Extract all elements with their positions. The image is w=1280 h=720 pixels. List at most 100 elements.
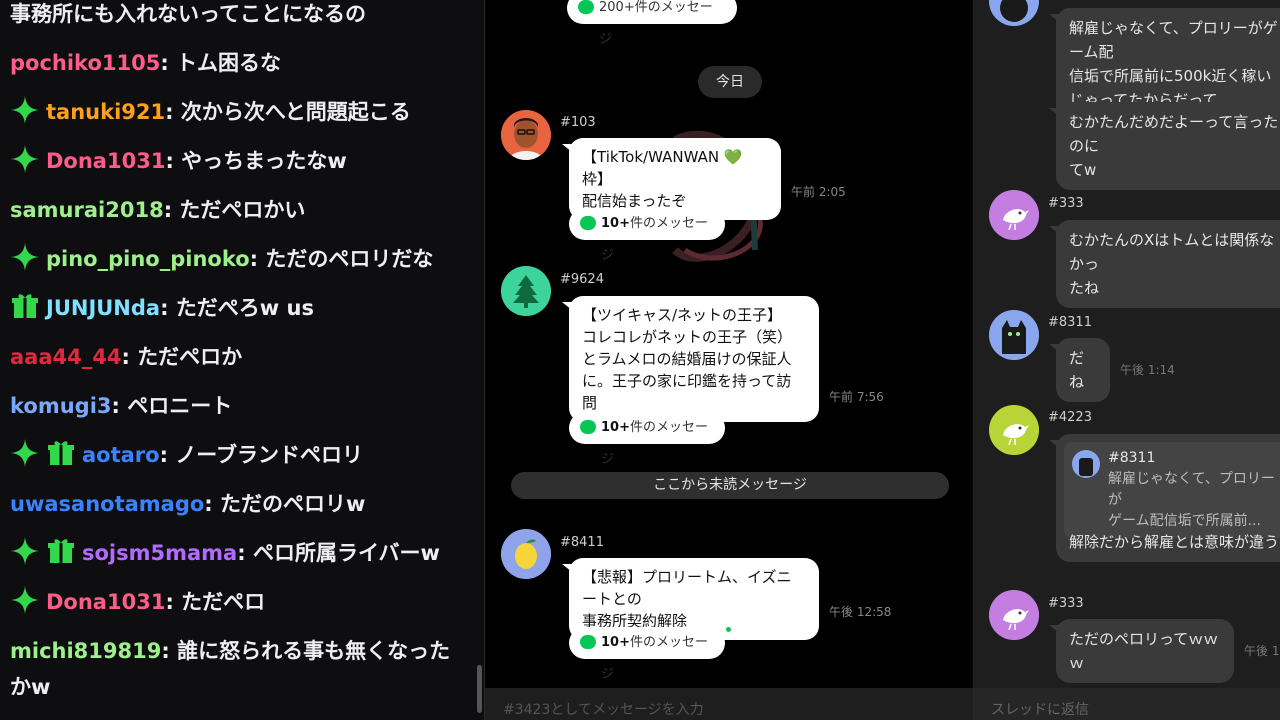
chat-message: Dona1031: ただペロ bbox=[10, 584, 464, 620]
bird-icon bbox=[989, 190, 1039, 240]
chat-text: ただペロ bbox=[181, 590, 266, 614]
chat-message: sojsm5mama: ペロ所属ライバーw bbox=[10, 535, 464, 571]
message-line: 【TikTok/WANWAN 💚 枠】 bbox=[582, 148, 743, 188]
sparkle-badge-icon bbox=[10, 585, 40, 615]
thread-message-bubble[interactable]: だね bbox=[1049, 338, 1110, 402]
message-input[interactable]: #3423としてメッセージを入力 bbox=[485, 688, 973, 720]
chat-text: ただぺろw us bbox=[175, 296, 314, 320]
quoted-message[interactable]: #8311 解雇じゃなくて、プロリーが ゲーム配信垢で所属前... bbox=[1064, 442, 1280, 538]
message-line: 【ツイキャス/ネットの王子】 bbox=[582, 306, 783, 324]
chat-separator: : bbox=[161, 639, 178, 663]
chat-username[interactable]: michi819819 bbox=[10, 639, 161, 663]
avatar[interactable] bbox=[989, 0, 1039, 26]
avatar[interactable] bbox=[501, 529, 551, 579]
avatar[interactable] bbox=[989, 190, 1039, 240]
message-line: むかたんのXはトムとは関係なかっ bbox=[1069, 231, 1275, 273]
chat-username[interactable]: aotaro bbox=[82, 443, 160, 467]
chat-separator: : bbox=[165, 100, 181, 124]
chat-username[interactable]: tanuki921 bbox=[46, 100, 165, 124]
chat-username[interactable]: pino_pino_pinoko bbox=[46, 247, 250, 271]
chat-text: ペロニート bbox=[127, 394, 233, 418]
cat-icon bbox=[989, 310, 1039, 360]
chat-username[interactable]: pochiko1105 bbox=[10, 51, 160, 75]
replies-pill-label: 200+件のメッセージ bbox=[599, 0, 713, 47]
chat-message: 事務所にも入れないってことになるの bbox=[10, 0, 464, 32]
message-line: に。王子の家に印鑑を持って訪問 bbox=[582, 372, 792, 412]
chat-message: Dona1031: やっちまったなw bbox=[10, 143, 464, 179]
chat-scrollbar[interactable] bbox=[477, 665, 482, 713]
message-bubble[interactable]: 【ツイキャス/ネットの王子】 コレコレがネットの王子（笑） とラムメロの結婚届け… bbox=[562, 296, 819, 422]
live-chat-panel: 事務所にも入れないってことになるの pochiko1105: トム困るな tanuk… bbox=[0, 0, 484, 720]
bird-icon bbox=[989, 405, 1039, 455]
thread-panel: 解雇じゃなくて、プロリーがゲーム配 信垢で所属前に500k近く稼い じゃってたか… bbox=[973, 0, 1280, 720]
avatar[interactable] bbox=[501, 266, 551, 316]
chat-message: pochiko1105: トム困るな bbox=[10, 45, 464, 81]
sparkle-badge-icon bbox=[10, 144, 40, 174]
chat-message: komugi3: ペロニート bbox=[10, 388, 464, 424]
message-line: とラムメロの結婚届けの保証人 bbox=[582, 350, 792, 368]
post-id: #8411 bbox=[560, 535, 604, 550]
chat-text: やっちまったなw bbox=[181, 149, 347, 173]
avatar[interactable] bbox=[501, 110, 551, 160]
chat-text: 事務所にも入れないってことになるの bbox=[10, 2, 366, 26]
thread-message-bubble[interactable]: むかたんだめだよーって言ったのに てw bbox=[1049, 102, 1280, 190]
reply-count: 10+ bbox=[601, 216, 630, 231]
replies-pill[interactable]: 10+件のメッセージ bbox=[569, 627, 725, 682]
chat-username[interactable]: Dona1031 bbox=[46, 590, 165, 614]
bird-icon bbox=[989, 590, 1039, 640]
message-line: むかたんだめだよーって言ったのに bbox=[1069, 113, 1279, 155]
quote-id: #8311 bbox=[1108, 450, 1156, 466]
avatar[interactable] bbox=[989, 405, 1039, 455]
replies-pill[interactable]: 10+件のメッセージ bbox=[569, 208, 725, 263]
chat-message: JUNJUNda: ただぺろw us bbox=[10, 290, 464, 326]
chat-username[interactable]: sojsm5mama bbox=[82, 541, 237, 565]
sparkle-badge-icon bbox=[10, 438, 40, 468]
chat-username[interactable]: komugi3 bbox=[10, 394, 112, 418]
channel-panel: 200+件のメッセージ 今日 #103 【TikTok/WANWAN 💚 枠】 … bbox=[484, 0, 973, 720]
chat-username[interactable]: uwasanotamago bbox=[10, 492, 204, 516]
lemon-icon bbox=[501, 529, 551, 579]
chat-text: ただペロか bbox=[137, 345, 243, 369]
avatar[interactable] bbox=[989, 590, 1039, 640]
gift-badge-icon bbox=[10, 291, 40, 321]
message-time: 午後 1:14 bbox=[1120, 363, 1175, 377]
chat-username[interactable]: Dona1031 bbox=[46, 149, 165, 173]
gift-badge-icon bbox=[46, 438, 76, 468]
chat-text: 次から次へと問題起こる bbox=[180, 100, 411, 124]
replies-pill-top[interactable]: 200+件のメッセージ bbox=[567, 0, 737, 47]
message-time: 午後 12:58 bbox=[829, 605, 892, 619]
chat-separator: : bbox=[160, 296, 176, 320]
chat-message: uwasanotamago: ただのペロリw bbox=[10, 486, 464, 522]
date-separator: 今日 bbox=[698, 66, 762, 98]
chat-bubble-icon bbox=[580, 635, 596, 649]
post-id: #103 bbox=[560, 115, 596, 130]
chat-separator: : bbox=[249, 247, 266, 271]
chat-separator: : bbox=[121, 345, 138, 369]
chat-separator: : bbox=[160, 51, 177, 75]
chat-text: 誰に怒られる事も無くなった bbox=[177, 639, 451, 663]
thread-message-bubble[interactable]: ただのペロリってｗｗｗ bbox=[1049, 619, 1234, 683]
quote-line: ゲーム配信垢で所属前... bbox=[1108, 513, 1261, 529]
chat-separator: : bbox=[163, 198, 180, 222]
post-id: #333 bbox=[1048, 196, 1084, 211]
chat-text: ただペロかい bbox=[179, 198, 306, 222]
thread-message-bubble[interactable]: むかたんのXはトムとは関係なかっ たね bbox=[1049, 220, 1280, 308]
thread-reply-input[interactable]: スレッドに返信 bbox=[973, 688, 1280, 720]
chat-separator: : bbox=[237, 541, 253, 565]
sparkle-badge-icon bbox=[10, 536, 40, 566]
quote-line: 解雇じゃなくて、プロリーが bbox=[1108, 471, 1275, 508]
message-line: てw bbox=[1069, 161, 1097, 179]
unread-divider: ここから未読メッセージ bbox=[511, 472, 949, 499]
thread-message-bubble[interactable]: #8311 解雇じゃなくて、プロリーが ゲーム配信垢で所属前... 解除だから解… bbox=[1049, 434, 1280, 562]
chat-username[interactable]: aaa44_44 bbox=[10, 345, 121, 369]
avatar[interactable] bbox=[989, 310, 1039, 360]
chat-username[interactable]: samurai2018 bbox=[10, 198, 164, 222]
chat-username[interactable]: JUNJUNda bbox=[46, 296, 160, 320]
replies-pill[interactable]: 10+件のメッセージ bbox=[569, 412, 725, 467]
message-time: 午後 1 bbox=[1244, 644, 1280, 658]
message-line: コレコレがネットの王子（笑） bbox=[582, 328, 793, 346]
message-line: 解除だから解雇とは意味が違う bbox=[1069, 533, 1280, 551]
cat-avatar-small-icon bbox=[1072, 450, 1100, 478]
cat-avatar-icon bbox=[989, 0, 1039, 26]
chat-bubble-icon bbox=[580, 420, 596, 434]
